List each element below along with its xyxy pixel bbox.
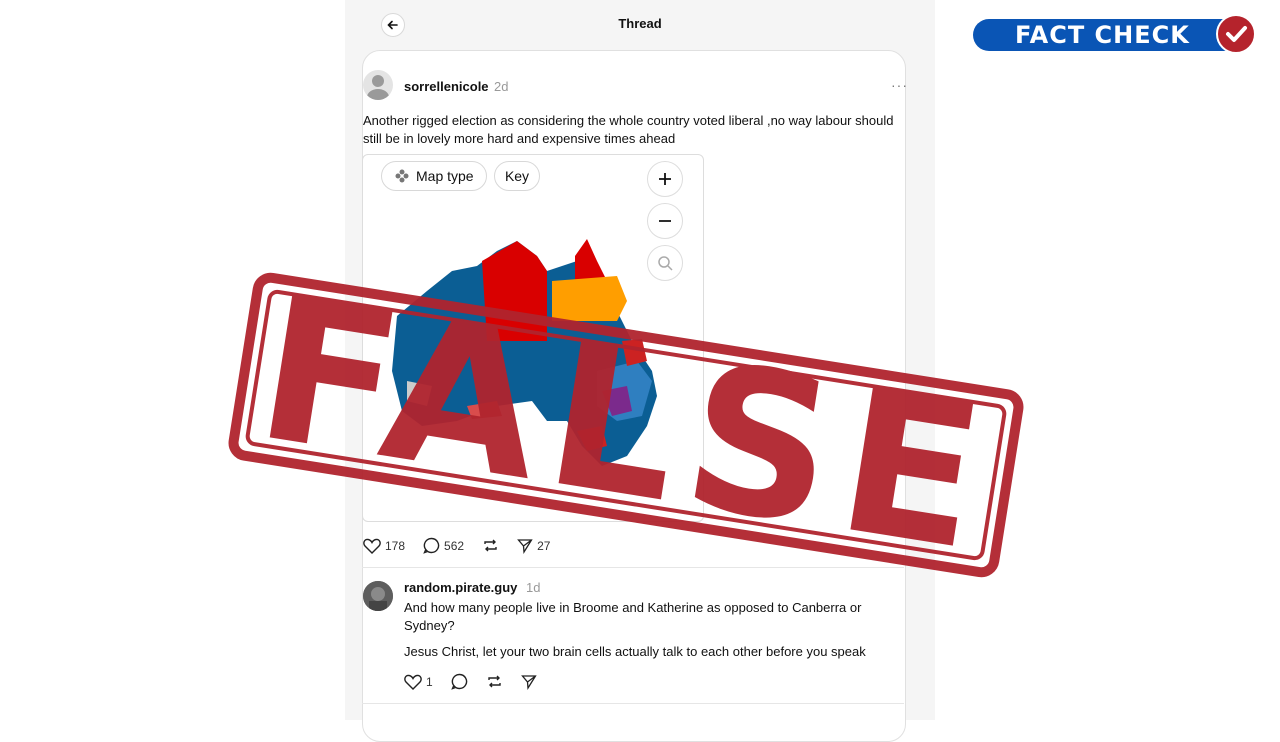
send-icon [520,674,537,690]
post-text-line: still be in lovely more hard and expensi… [363,131,676,146]
map-type-label: Map type [416,168,474,184]
comment-icon [423,537,440,554]
repost-button[interactable] [486,673,503,690]
fact-check-label: FACT CHECK [1015,21,1190,49]
key-label: Key [504,168,530,184]
pirate-avatar-icon [363,581,393,611]
reply-text-line: Sydney? [404,618,455,633]
like-button[interactable]: 178 [363,538,405,554]
page-title: Thread [618,16,662,31]
divider [362,703,904,704]
reply-text-line: And how many people live in Broome and K… [404,600,862,615]
post-actions: 178 562 27 [363,537,568,554]
repost-icon [487,675,501,688]
plus-icon [659,173,671,185]
share-button[interactable] [520,674,537,690]
share-button[interactable]: 27 [517,538,550,554]
zoom-in-button[interactable] [647,161,683,197]
heart-icon [404,674,422,690]
more-options-button[interactable]: ··· [891,77,908,93]
flower-icon [395,169,409,183]
key-button[interactable]: Key [494,161,540,191]
post-username[interactable]: sorrellenicole [404,79,489,94]
avatar[interactable] [363,581,393,611]
like-count: 178 [385,538,406,553]
repost-icon [484,539,497,552]
like-count: 1 [426,674,433,689]
send-icon [517,538,533,554]
comment-button[interactable]: 562 [423,537,464,554]
reply-username[interactable]: random.pirate.guy [404,580,517,595]
like-button[interactable]: 1 [404,674,433,690]
reply-text-line: Jesus Christ, let your two brain cells a… [404,644,866,659]
reply-actions: 1 [404,673,555,690]
comment-count: 562 [444,538,465,553]
map-type-button[interactable]: Map type [381,161,487,191]
comment-button[interactable] [450,673,468,690]
post-text: Another rigged election as considering t… [363,112,923,148]
post-text-line: Another rigged election as considering t… [363,113,894,128]
reply-text: And how many people live in Broome and K… [404,599,904,661]
reply-timestamp: 1d [526,580,541,595]
avatar[interactable] [363,70,393,100]
default-avatar-icon [367,75,389,100]
top-bar: Thread [345,0,935,48]
post-timestamp: 2d [494,79,509,94]
repost-button[interactable] [482,537,499,554]
heart-icon [363,538,381,554]
checkmark-icon [1216,14,1256,54]
comment-icon [450,673,467,690]
share-count: 27 [537,538,551,553]
